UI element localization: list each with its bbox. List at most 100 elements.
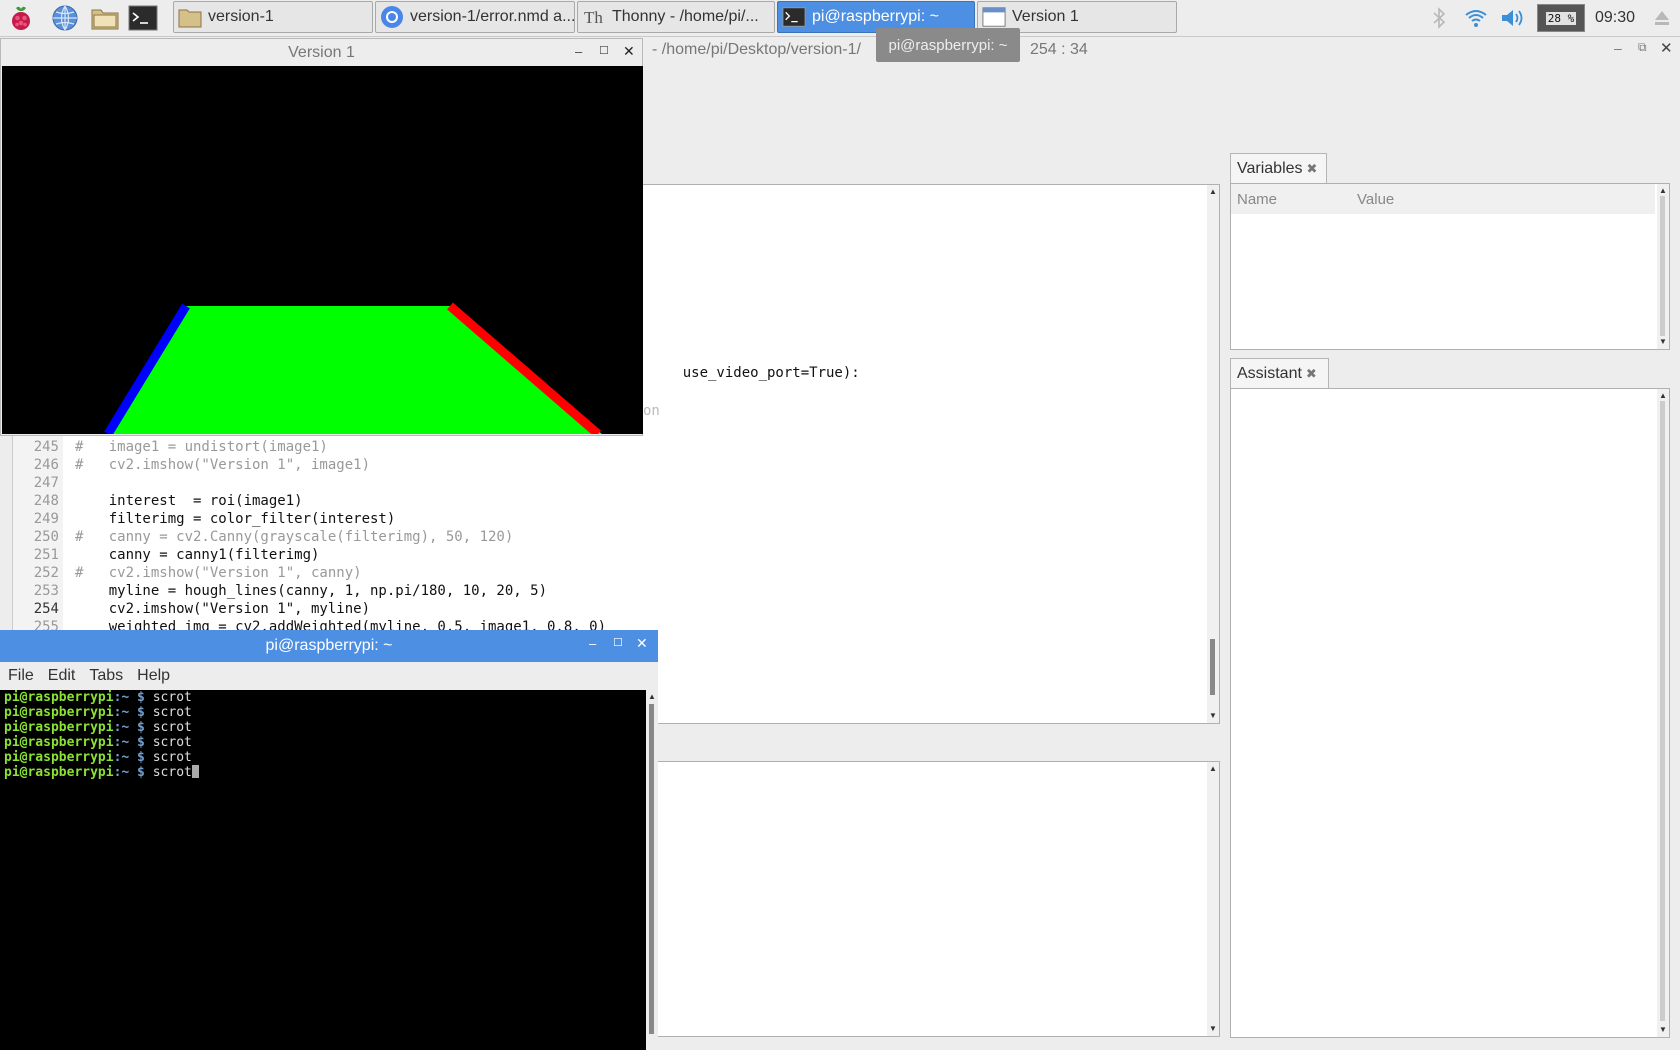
prompt-sign: $ (129, 750, 145, 765)
scroll-thumb[interactable] (1660, 401, 1665, 1021)
header-value: Value (1357, 191, 1395, 208)
code-line: 247 (13, 475, 644, 493)
close-button[interactable]: ✕ (623, 43, 635, 60)
thonny-title-path: - /home/pi/Desktop/version-1/ (652, 41, 861, 58)
line-number: 252 (33, 565, 59, 581)
minimize-button[interactable]: – (589, 636, 596, 651)
prompt-user: pi@raspberrypi (4, 735, 114, 750)
terminal-line: pi@raspberrypi:~ $ scrot (4, 705, 192, 720)
clock[interactable]: 09:30 (1590, 0, 1640, 36)
maximize-button[interactable]: ☐ (613, 636, 623, 649)
variables-header: Name Value (1231, 184, 1655, 214)
variables-pane[interactable]: Name Value ▲ ▼ (1230, 183, 1670, 350)
minimize-button[interactable]: – (1614, 40, 1622, 56)
code-text: # image1 = undistort(image1) (75, 439, 328, 455)
wifi-icon[interactable] (1462, 0, 1490, 36)
scroll-up-icon[interactable]: ▲ (1209, 764, 1217, 773)
shell-pane[interactable]: ▲ ▼ (658, 761, 1220, 1037)
line-number: 249 (33, 511, 59, 527)
line-number: 247 (33, 475, 59, 491)
prompt-sign: $ (129, 735, 145, 750)
terminal-output[interactable]: pi@raspberrypi:~ $ scrot pi@raspberrypi:~… (0, 690, 644, 1050)
maximize-button[interactable]: ⧉ (1638, 40, 1647, 55)
close-tab-icon[interactable]: ✖ (1307, 161, 1318, 177)
menu-file[interactable]: File (8, 667, 34, 685)
menu-edit[interactable]: Edit (48, 667, 76, 685)
thonny-title-bar: - /home/pi/Desktop/version-1/ 254 : 34 –… (640, 38, 1680, 64)
terminal-line: pi@raspberrypi:~ $ scrot (4, 690, 192, 705)
eject-icon[interactable] (1650, 0, 1674, 36)
line-number: 245 (33, 439, 59, 455)
line-number: 253 (33, 583, 59, 599)
prompt-sign: $ (129, 720, 145, 735)
assistant-pane[interactable]: ▲ ▼ (1230, 388, 1670, 1038)
raspberry-menu-icon[interactable] (6, 3, 36, 33)
command-text: scrot (144, 735, 192, 750)
scroll-thumb[interactable] (649, 704, 654, 1034)
folder-icon (178, 5, 202, 29)
task-label: version-1 (208, 8, 274, 25)
command-text: scrot (144, 720, 192, 735)
task-label: Version 1 (1012, 8, 1079, 25)
prompt-path: :~ (113, 735, 130, 750)
terminal-launcher-icon[interactable] (128, 3, 158, 33)
terminal-line: pi@raspberrypi:~ $ scrot (4, 720, 192, 735)
volume-icon[interactable] (1498, 0, 1528, 36)
terminal-scrollbar[interactable]: ▲ (646, 690, 658, 1050)
minimize-button[interactable]: – (575, 44, 582, 59)
scroll-up-icon[interactable]: ▲ (1659, 186, 1667, 195)
terminal-title-bar[interactable]: pi@raspberrypi: ~ – ☐ ✕ (0, 630, 658, 662)
shell-scrollbar[interactable]: ▲ ▼ (1207, 762, 1219, 1036)
scroll-down-icon[interactable]: ▼ (1209, 711, 1217, 720)
scroll-down-icon[interactable]: ▼ (1209, 1024, 1217, 1033)
scroll-down-icon[interactable]: ▼ (1659, 1025, 1667, 1034)
code-line: 245 # image1 = undistort(image1) (13, 439, 644, 457)
code-text: canny = canny1(filterimg) (75, 547, 320, 563)
code-editor[interactable]: use_video_port=True): on ▲ ▼ (643, 184, 1220, 724)
lane-overlay (104, 302, 602, 434)
terminal-window[interactable]: pi@raspberrypi: ~ – ☐ ✕ File Edit Tabs H… (0, 630, 658, 1050)
prompt-user: pi@raspberrypi (4, 765, 114, 780)
maximize-button[interactable]: ☐ (599, 44, 609, 57)
task-file-manager[interactable]: version-1 (173, 1, 373, 33)
close-button[interactable]: ✕ (1660, 39, 1673, 57)
terminal-title: pi@raspberrypi: ~ (265, 637, 393, 654)
tab-label: Variables (1237, 159, 1303, 177)
assistant-scrollbar[interactable]: ▲ ▼ (1657, 389, 1669, 1037)
web-browser-icon[interactable] (50, 3, 80, 33)
prompt-sign: $ (129, 765, 145, 780)
tab-label: Assistant (1237, 364, 1302, 382)
comment-fragment: on (643, 403, 660, 419)
scroll-thumb[interactable] (1660, 196, 1665, 336)
scroll-up-icon[interactable]: ▲ (1659, 391, 1667, 400)
scroll-thumb[interactable] (1210, 639, 1215, 695)
code-lines-area[interactable]: 245 # image1 = undistort(image1) 246 # c… (12, 436, 644, 630)
menu-tabs[interactable]: Tabs (89, 667, 123, 685)
task-thonny[interactable]: Th Thonny - /home/pi/... (577, 1, 775, 33)
prompt-path: :~ (113, 720, 130, 735)
editor-scrollbar[interactable]: ▲ ▼ (1207, 185, 1219, 723)
scroll-down-icon[interactable]: ▼ (1659, 337, 1667, 346)
prompt-user: pi@raspberrypi (4, 720, 114, 735)
version-1-title-bar[interactable]: Version 1 – ☐ ✕ (1, 39, 642, 67)
code-text: filterimg = color_filter(interest) (75, 511, 396, 527)
code-text: cv2.imshow("Version 1", myline) (75, 601, 371, 617)
menu-help[interactable]: Help (137, 667, 170, 685)
task-browser[interactable]: version-1/error.nmd a... (375, 1, 575, 33)
code-line: 253 myline = hough_lines(canny, 1, np.pi… (13, 583, 644, 601)
scroll-up-icon[interactable]: ▲ (1209, 187, 1217, 196)
window-title: Version 1 (288, 44, 355, 61)
code-line: 255 weighted_img = cv2.addWeighted(mylin… (13, 619, 644, 630)
prompt-path: :~ (113, 705, 130, 720)
bluetooth-icon[interactable] (1428, 0, 1450, 36)
tab-variables[interactable]: Variables ✖ (1230, 153, 1327, 183)
close-button[interactable]: ✕ (636, 635, 648, 652)
variables-scrollbar[interactable]: ▲ ▼ (1657, 184, 1669, 349)
close-tab-icon[interactable]: ✖ (1306, 366, 1317, 382)
cpu-usage: 28 % (1545, 11, 1577, 25)
file-manager-icon[interactable] (90, 3, 120, 33)
tab-assistant[interactable]: Assistant ✖ (1230, 358, 1329, 388)
scroll-up-icon[interactable]: ▲ (648, 692, 656, 701)
command-text: scrot (144, 705, 192, 720)
taskbar-tooltip: pi@raspberrypi: ~ (876, 28, 1020, 62)
